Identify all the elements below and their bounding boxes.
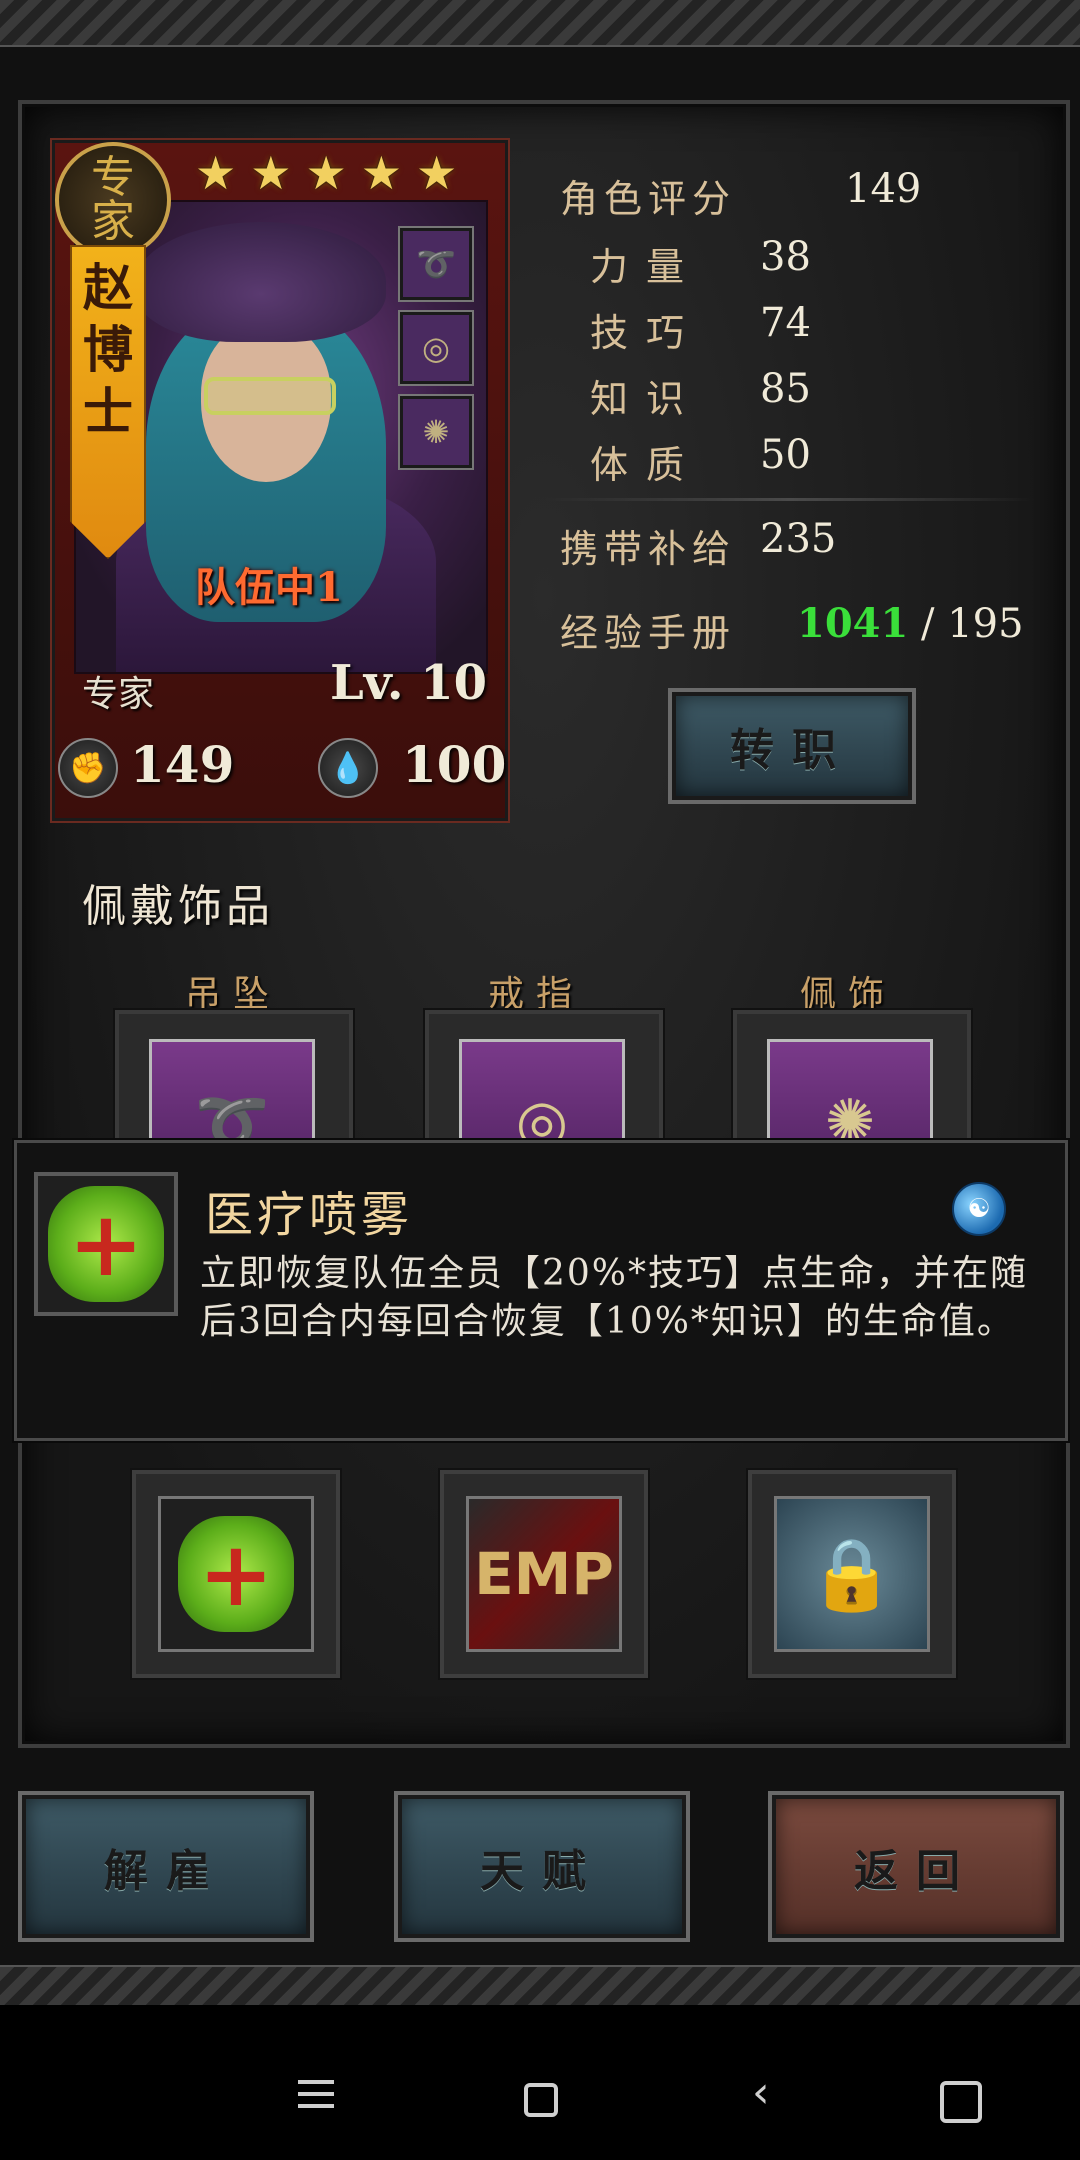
tooltip-description: 立即恢复队伍全员【20%*技巧】点生命，并在随后3回合内每回合恢复【10%*知识… (200, 1253, 1029, 1342)
class-name: 专家 (82, 674, 155, 715)
skill-icon-frame: + (158, 1496, 314, 1652)
tooltip-title: 医疗喷雾 (205, 1187, 414, 1243)
team-status: 队伍中1 (195, 564, 343, 611)
knowledge-value: 85 (760, 366, 811, 412)
xp-current: 1041 (797, 600, 909, 647)
name-char: 赵 (83, 258, 133, 317)
constitution-value: 50 (760, 432, 811, 478)
talent-button[interactable]: 天赋 (398, 1795, 686, 1938)
back-button[interactable]: 返回 (772, 1795, 1060, 1938)
xp-readout: 1041 / 195 (797, 600, 1024, 647)
name-char: 士 (83, 382, 133, 441)
star-icon: ★ (416, 146, 458, 200)
star-icon: ★ (360, 146, 402, 200)
equipped-trinket-slot[interactable]: ✺ (400, 396, 472, 468)
supplies-value: 235 (760, 516, 837, 562)
portrait-glasses (204, 377, 336, 415)
xp-label: 经验手册 (560, 611, 737, 655)
xp-separator: / (908, 601, 948, 647)
system-nav-bar: ‹ (0, 2005, 1080, 2160)
rank-badge: 专家 (55, 142, 171, 258)
rating-value: 149 (845, 166, 922, 212)
strength-value: 38 (760, 234, 811, 280)
power-value: 149 (130, 735, 235, 794)
star-icon: ★ (305, 146, 347, 200)
rating-label: 角色评分 (560, 177, 737, 221)
xp-required: 195 (947, 601, 1024, 647)
yin-yang-icon: ☯ (952, 1182, 1006, 1236)
fist-icon: ✊ (58, 738, 118, 798)
drop-icon: 💧 (318, 738, 378, 798)
pendant-icon: ➰ (416, 245, 456, 283)
stats-divider (545, 498, 1035, 501)
medkit-icon: + (178, 1516, 294, 1632)
skill-slot-emp[interactable]: EMP (440, 1470, 648, 1678)
skill-value: 74 (760, 300, 811, 346)
recents-icon[interactable] (940, 2081, 982, 2123)
knowledge-label: 知识 (590, 377, 703, 421)
star-rating: ★ ★ ★ ★ ★ (195, 150, 457, 196)
medkit-icon: + (48, 1186, 164, 1302)
top-decor-strip (0, 0, 1080, 47)
accessories-header: 佩戴饰品 (82, 881, 274, 932)
star-icon: ★ (195, 146, 237, 200)
constitution-label: 体质 (590, 443, 703, 487)
dismiss-button[interactable]: 解雇 (22, 1795, 310, 1938)
ring-icon: ◎ (422, 329, 450, 367)
name-char: 博 (83, 320, 133, 379)
name-banner: 赵 博 士 (70, 245, 146, 559)
strength-label: 力量 (590, 245, 703, 289)
skill-slot-medical-spray[interactable]: + (132, 1470, 340, 1678)
portrait-hat (136, 222, 386, 342)
back-nav-icon[interactable]: ‹ (752, 2069, 770, 2117)
skill-label: 技巧 (590, 311, 703, 355)
supplies-label: 携带补给 (560, 527, 737, 571)
skill-slot-locked[interactable]: 🔒 (748, 1470, 956, 1678)
transfer-button[interactable]: 转职 (672, 692, 912, 800)
emp-icon: EMP (466, 1496, 622, 1652)
equipped-ring-slot[interactable]: ◎ (400, 312, 472, 384)
menu-icon[interactable] (298, 2080, 334, 2108)
star-icon: ★ (250, 146, 292, 200)
equipped-pendant-slot[interactable]: ➰ (400, 228, 472, 300)
bottom-decor-strip (0, 1965, 1080, 2007)
trinket-icon: ✺ (422, 413, 450, 451)
tooltip-skill-icon: + (34, 1172, 178, 1316)
home-icon[interactable] (524, 2083, 558, 2117)
energy-value: 100 (402, 735, 507, 794)
level-text: Lv. 10 (330, 655, 488, 711)
lock-icon: 🔒 (774, 1496, 930, 1652)
